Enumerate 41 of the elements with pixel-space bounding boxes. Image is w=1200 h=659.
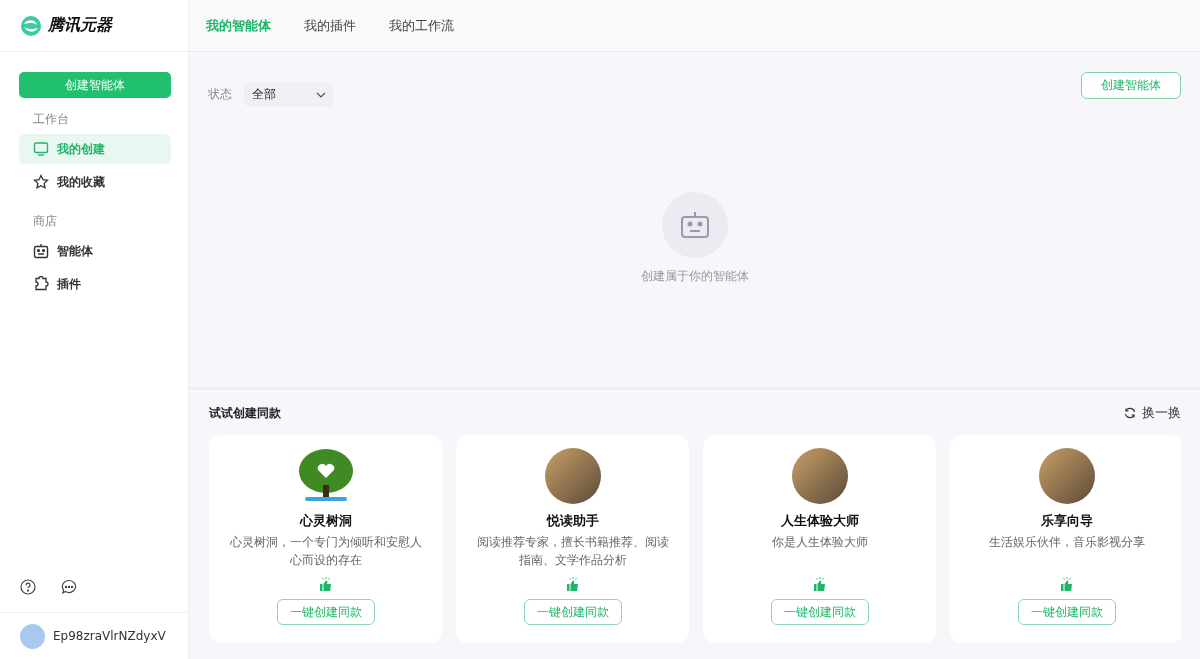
thumbs-up-icon[interactable] (566, 577, 579, 591)
robot-icon (33, 243, 49, 259)
avatar[interactable] (20, 623, 45, 649)
puzzle-icon (33, 276, 49, 292)
robot-icon (678, 209, 711, 241)
tab[interactable]: 我的插件 (304, 16, 356, 35)
empty-state-text: 创建属于你的智能体 (640, 268, 749, 285)
sidebar-item[interactable]: 我的收藏 (19, 167, 171, 197)
tab[interactable]: 我的工作流 (389, 16, 454, 35)
agent-name: 人生体验大师 (780, 512, 859, 530)
agent-description: 阅读推荐专家，擅长书籍推荐、阅读指南、文学作品分析 (475, 534, 670, 569)
filter-label: 状态 (208, 86, 232, 103)
section-title: 试试创建同款 (209, 404, 281, 422)
refresh-icon (1124, 407, 1136, 419)
agent-card[interactable]: 乐享向导 生活娱乐伙伴，音乐影视分享 一键创建同款 (950, 435, 1181, 643)
thumbs-up-icon[interactable] (1060, 577, 1073, 591)
agent-description: 你是人生体验大师 (770, 534, 869, 551)
help-icon[interactable] (20, 579, 36, 595)
agent-name: 悦读助手 (546, 512, 599, 530)
agent-description: 生活娱乐伙伴，音乐影视分享 (987, 534, 1146, 551)
status-dropdown[interactable]: 全部 (244, 82, 334, 107)
agent-card[interactable]: 心灵树洞 心灵树洞，一个专门为倾听和安慰人心而设的存在 一键创建同款 (209, 435, 442, 643)
agent-description: 心灵树洞，一个专门为倾听和安慰人心而设的存在 (228, 534, 423, 569)
agent-name: 心灵树洞 (299, 512, 352, 530)
thumbs-up-icon[interactable] (813, 577, 826, 591)
chat-icon[interactable] (61, 579, 77, 595)
agent-card[interactable]: 悦读助手 阅读推荐专家，擅长书籍推荐、阅读指南、文学作品分析 一键创建同款 (456, 435, 689, 643)
refresh-link[interactable]: 换一换 (1124, 404, 1181, 422)
sidebar-item[interactable]: 智能体 (19, 236, 171, 266)
logo-icon (20, 14, 42, 37)
monitor-icon (33, 141, 49, 157)
agent-card[interactable]: 人生体验大师 你是人生体验大师 一键创建同款 (703, 435, 936, 643)
agent-name: 乐享向导 (1040, 512, 1093, 530)
section-title: 工作台 (32, 111, 70, 128)
thumbs-up-icon[interactable] (319, 577, 332, 591)
logo-text: 腾讯元器 (48, 15, 112, 36)
sidebar-item[interactable]: 插件 (19, 269, 171, 299)
chevron-down-icon (316, 91, 326, 98)
star-icon (33, 174, 49, 190)
user-name: Ep98zraVlrNZdyxV (53, 629, 166, 643)
section-title: 商店 (32, 213, 58, 230)
